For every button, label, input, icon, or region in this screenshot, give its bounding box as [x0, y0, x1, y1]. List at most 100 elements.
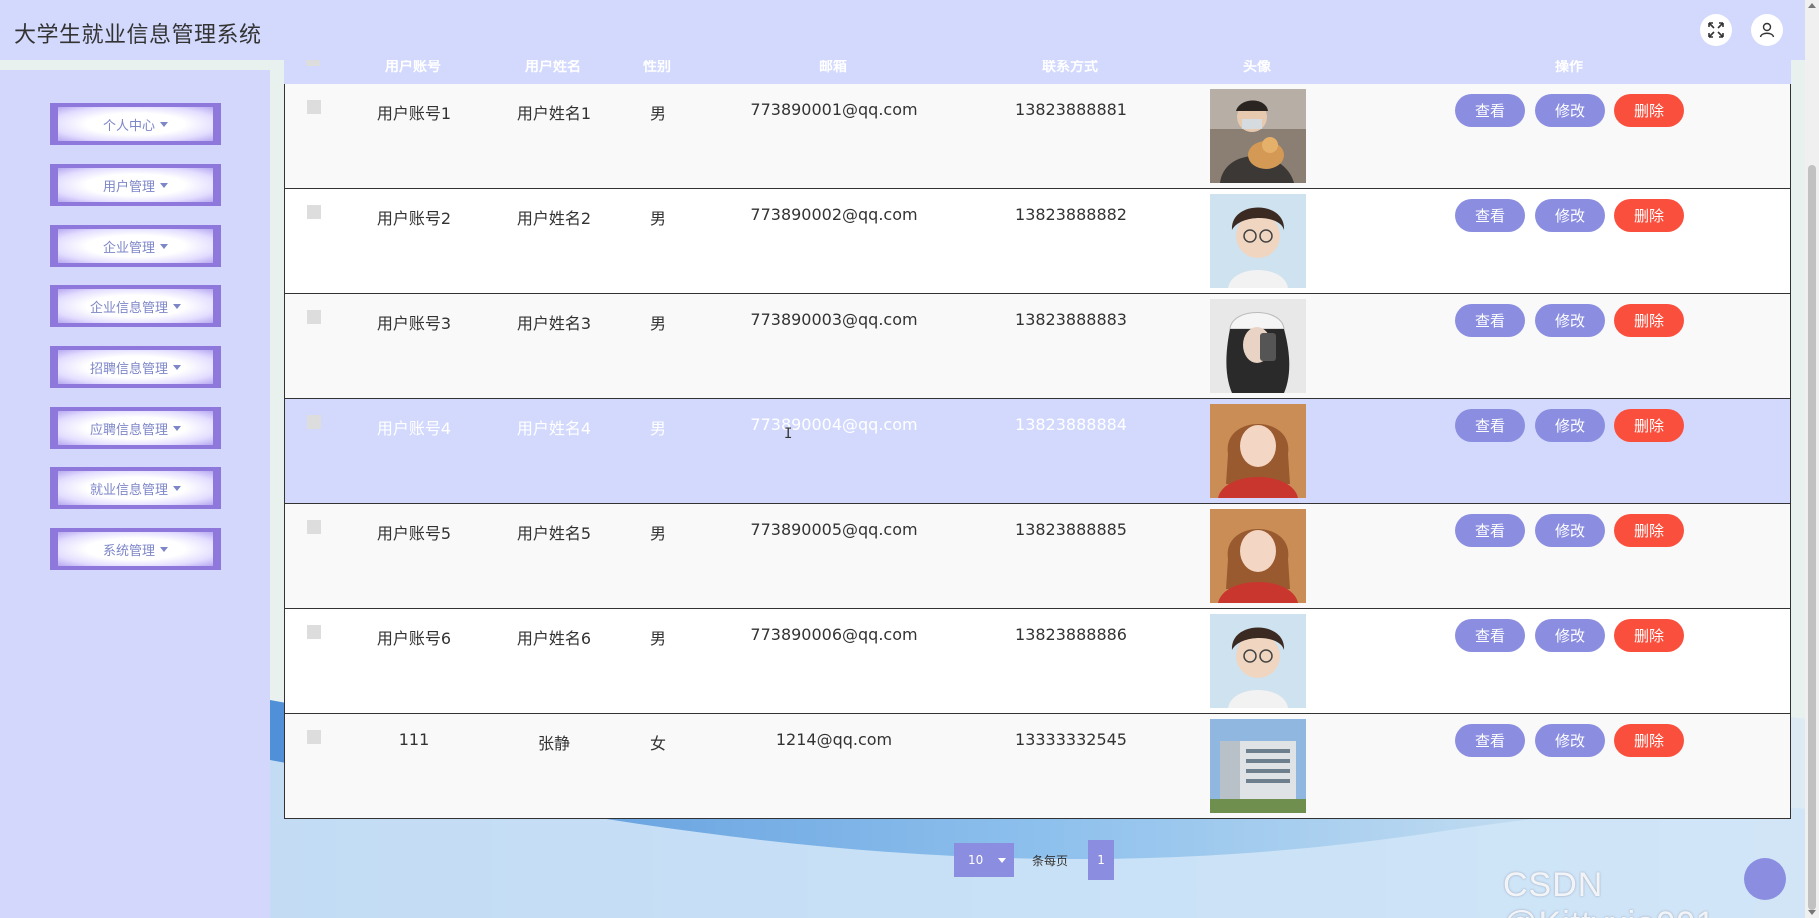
cell-account: 用户账号2 [376, 209, 452, 228]
row-checkbox[interactable] [307, 205, 321, 219]
avatar [1210, 404, 1306, 498]
table-row[interactable]: 111 张静 女 1214@qq.com 13333332545 查看 修改 删… [285, 713, 1790, 818]
column-header-email[interactable]: 邮箱 [819, 60, 847, 76]
cell-gender: 男 [649, 104, 667, 123]
column-header-name[interactable]: 用户姓名 [525, 60, 581, 76]
top-bar: 大学生就业信息管理系统 [0, 0, 1805, 60]
column-header-account[interactable]: 用户账号 [385, 60, 441, 76]
sidebar-item-label: 企业管理 [102, 240, 155, 256]
column-header-avatar: 头像 [1243, 60, 1271, 75]
cell-phone: 13823888886 [1015, 625, 1127, 644]
avatar-man-glasses-image [1210, 614, 1306, 708]
view-button[interactable]: 查看 [1455, 94, 1525, 127]
sidebar-item-company-info-management[interactable]: 企业信息管理 [50, 285, 221, 327]
caret-down-icon [160, 182, 168, 188]
row-checkbox[interactable] [307, 310, 321, 324]
cell-account: 用户账号1 [376, 104, 452, 123]
delete-button[interactable]: 删除 [1614, 724, 1684, 757]
page-size-value: 10 [968, 853, 984, 867]
sidebar-item-system-management[interactable]: 系统管理 [50, 528, 221, 570]
sidebar-item-employment-management[interactable]: 就业信息管理 [50, 467, 221, 509]
column-header-phone[interactable]: 联系方式 [1042, 60, 1098, 76]
row-checkbox[interactable] [307, 625, 321, 639]
cell-email: 773890005@qq.com [750, 520, 918, 539]
caret-down-icon [160, 121, 168, 127]
delete-button[interactable]: 删除 [1614, 619, 1684, 652]
delete-button[interactable]: 删除 [1614, 409, 1684, 442]
sidebar-item-label: 企业信息管理 [89, 300, 168, 316]
view-button[interactable]: 查看 [1455, 199, 1525, 232]
cell-gender: 男 [649, 629, 667, 648]
edit-button[interactable]: 修改 [1535, 724, 1605, 757]
page-size-select[interactable]: 10 [954, 843, 1014, 877]
caret-down-icon [173, 303, 181, 309]
column-header-gender[interactable]: 性别 [643, 60, 671, 76]
delete-button[interactable]: 删除 [1614, 199, 1684, 232]
cell-name: 用户姓名6 [516, 629, 592, 648]
avatar [1210, 719, 1306, 813]
caret-down-icon [160, 546, 168, 552]
view-button[interactable]: 查看 [1455, 514, 1525, 547]
cell-email: 773890004@qq.com [750, 415, 918, 434]
delete-button[interactable]: 删除 [1614, 94, 1684, 127]
sidebar-item-application-management[interactable]: 应聘信息管理 [50, 407, 221, 449]
view-button[interactable]: 查看 [1455, 724, 1525, 757]
scroll-up-arrow-icon[interactable] [1808, 3, 1816, 8]
table-row[interactable]: 用户账号2 用户姓名2 男 773890002@qq.com 138238888… [285, 188, 1790, 293]
per-page-label: 条每页 [1032, 853, 1069, 868]
sidebar-item-label: 就业信息管理 [89, 482, 168, 498]
delete-button[interactable]: 删除 [1614, 304, 1684, 337]
user-icon [1759, 22, 1775, 38]
row-checkbox[interactable] [307, 730, 321, 744]
table-row[interactable]: 用户账号1 用户姓名1 男 773890001@qq.com 138238888… [285, 84, 1790, 188]
view-button[interactable]: 查看 [1455, 304, 1525, 337]
fullscreen-button[interactable] [1700, 14, 1732, 46]
edit-button[interactable]: 修改 [1535, 619, 1605, 652]
sidebar-item-label: 用户管理 [102, 179, 155, 195]
table-body: 用户账号1 用户姓名1 男 773890001@qq.com 138238888… [284, 84, 1791, 819]
cell-name: 用户姓名2 [516, 209, 592, 228]
avatar-man-glasses-image [1210, 194, 1306, 288]
edit-button[interactable]: 修改 [1535, 199, 1605, 232]
row-checkbox[interactable] [307, 100, 321, 114]
table-row[interactable]: 用户账号5 用户姓名5 男 773890005@qq.com 138238888… [285, 503, 1790, 608]
delete-button[interactable]: 删除 [1614, 514, 1684, 547]
sidebar-item-label: 系统管理 [102, 543, 155, 559]
select-all-checkbox[interactable] [306, 60, 320, 66]
sidebar-item-company-management[interactable]: 企业管理 [50, 225, 221, 267]
scrollbar-thumb[interactable] [1808, 165, 1816, 910]
row-checkbox[interactable] [307, 415, 321, 429]
cell-account: 用户账号6 [376, 629, 452, 648]
scrollbar[interactable] [1805, 0, 1819, 918]
avatar [1210, 299, 1306, 393]
sidebar-item-recruitment-management[interactable]: 招聘信息管理 [50, 346, 221, 388]
sidebar-item-user-management[interactable]: 用户管理 [50, 164, 221, 206]
cell-gender: 男 [649, 209, 667, 228]
avatar-man-dog-image [1210, 89, 1306, 183]
avatar [1210, 509, 1306, 603]
edit-button[interactable]: 修改 [1535, 409, 1605, 442]
edit-button[interactable]: 修改 [1535, 304, 1605, 337]
view-button[interactable]: 查看 [1455, 619, 1525, 652]
page-number-button[interactable]: 1 [1088, 840, 1115, 880]
edit-button[interactable]: 修改 [1535, 94, 1605, 127]
column-header-actions: 操作 [1555, 60, 1583, 75]
caret-down-icon [173, 485, 181, 491]
cell-name: 用户姓名4 [516, 419, 592, 438]
cell-email: 773890001@qq.com [750, 100, 918, 119]
sidebar-item-personal-center[interactable]: 个人中心 [50, 103, 221, 145]
user-profile-button[interactable] [1751, 14, 1783, 46]
cell-phone: 13333332545 [1015, 730, 1127, 749]
cell-account: 用户账号4 [376, 419, 452, 438]
table-row[interactable]: 用户账号3 用户姓名3 男 773890003@qq.com 138238888… [285, 293, 1790, 398]
edit-button[interactable]: 修改 [1535, 514, 1605, 547]
view-button[interactable]: 查看 [1455, 409, 1525, 442]
row-checkbox[interactable] [307, 520, 321, 534]
cell-phone: 13823888883 [1015, 310, 1127, 329]
caret-down-icon [160, 243, 168, 249]
cell-name: 张静 [537, 734, 571, 753]
sidebar-item-label: 招聘信息管理 [89, 361, 168, 377]
table-row[interactable]: 用户账号6 用户姓名6 男 773890006@qq.com 138238888… [285, 608, 1790, 713]
table-row[interactable]: 用户账号4 用户姓名4 男 773890004@qq.com 138238888… [285, 398, 1790, 503]
cell-name: 用户姓名5 [516, 524, 592, 543]
